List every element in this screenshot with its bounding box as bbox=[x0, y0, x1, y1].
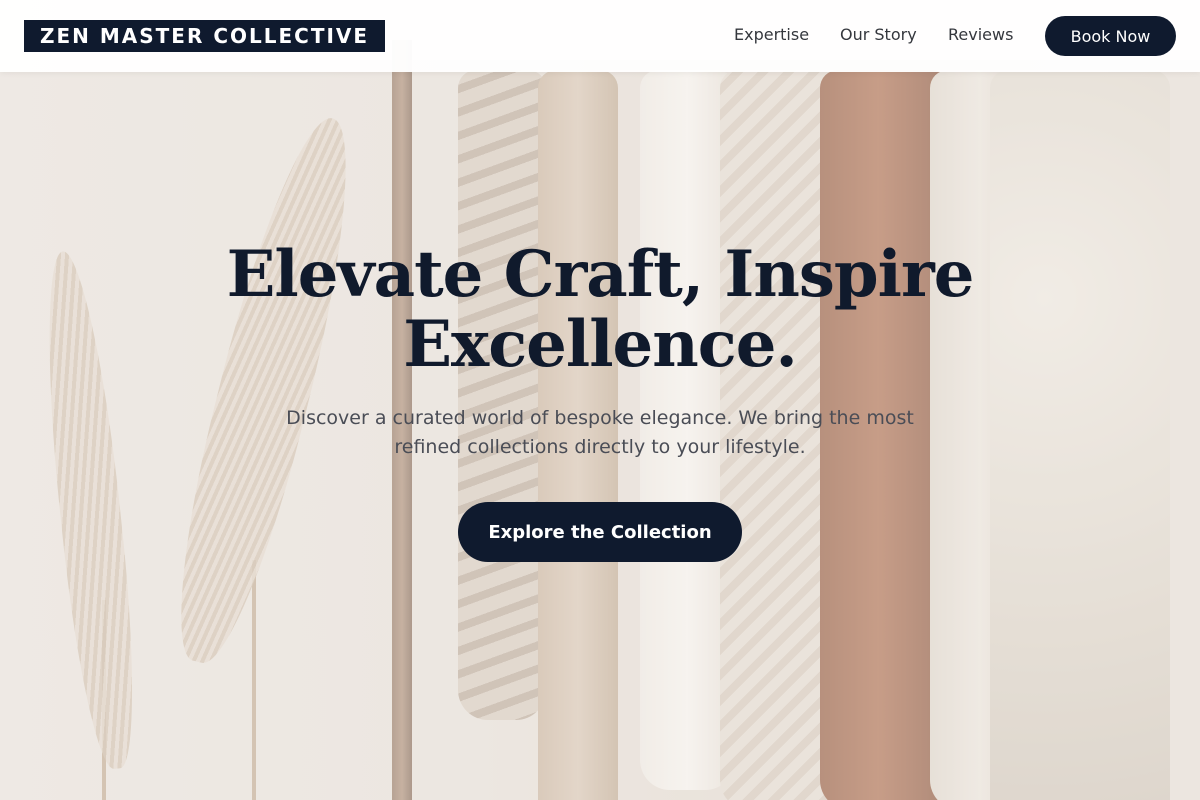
nav-link-expertise[interactable]: Expertise bbox=[734, 25, 809, 44]
hero-overlay bbox=[0, 0, 1200, 800]
hero-section: Elevate Craft, Inspire Excellence. Disco… bbox=[0, 0, 1200, 800]
explore-collection-button[interactable]: Explore the Collection bbox=[458, 502, 742, 562]
hero-subtitle: Discover a curated world of bespoke eleg… bbox=[286, 407, 914, 458]
hero-headline: Elevate Craft, Inspire Excellence. bbox=[226, 237, 975, 382]
nav-link-our-story[interactable]: Our Story bbox=[840, 25, 917, 44]
book-now-button[interactable]: Book Now bbox=[1045, 16, 1176, 56]
top-navbar: ZEN MASTER COLLECTIVE Expertise Our Stor… bbox=[0, 0, 1200, 72]
nav-link-reviews[interactable]: Reviews bbox=[948, 25, 1013, 44]
brand-logo[interactable]: ZEN MASTER COLLECTIVE bbox=[24, 20, 386, 52]
